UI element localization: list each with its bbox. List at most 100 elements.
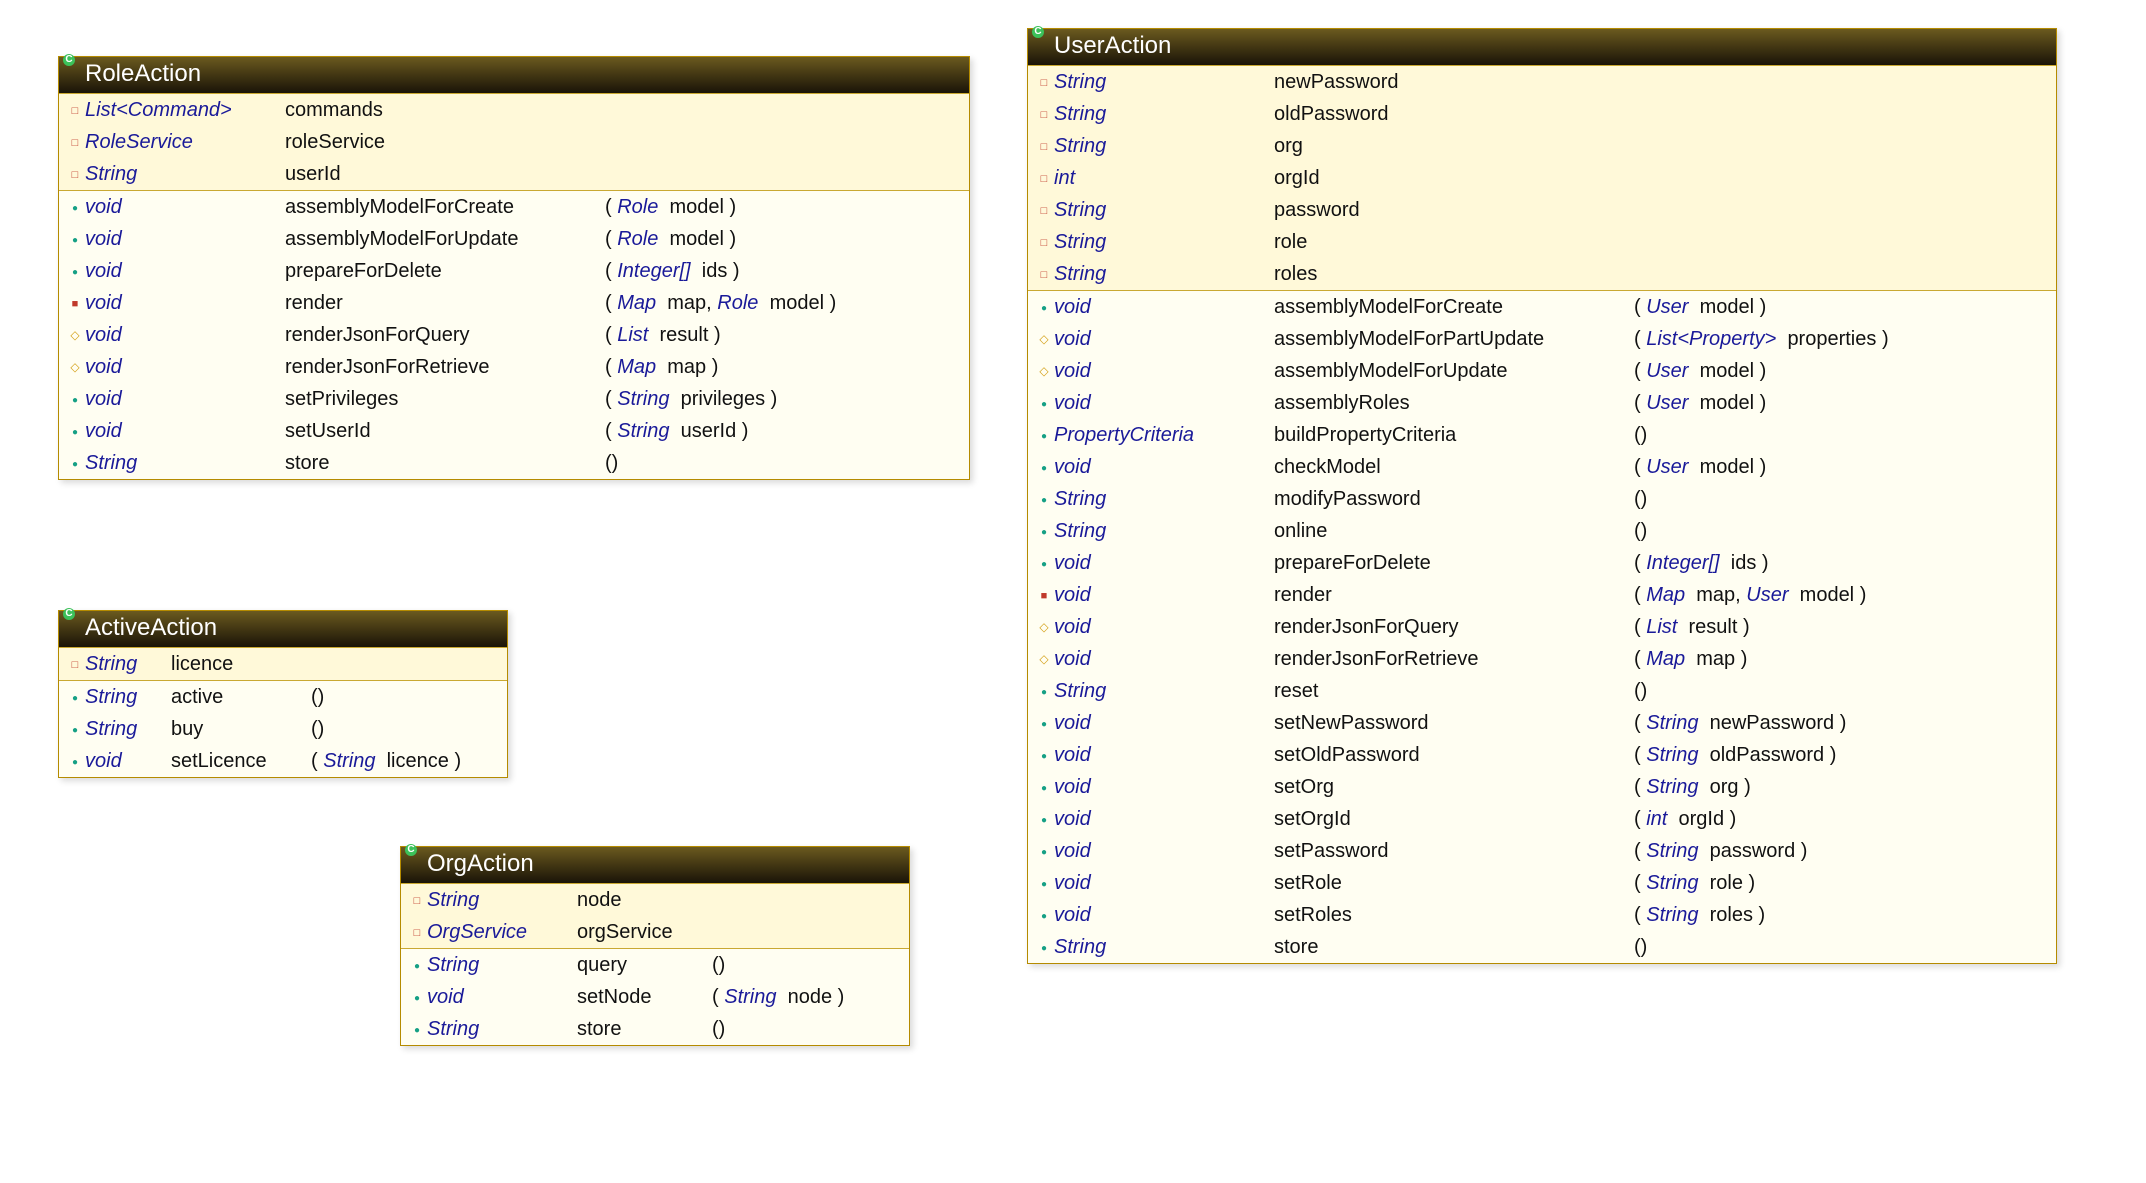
paren-close: ) bbox=[742, 420, 749, 442]
params: ( List<Property> properties ) bbox=[1634, 324, 1889, 354]
method-name: assemblyModelForCreate bbox=[1274, 296, 1503, 318]
paren-open: ( bbox=[1634, 456, 1641, 478]
visibility-icon bbox=[65, 236, 85, 246]
param-type: List<Property> bbox=[1646, 328, 1776, 350]
visibility-icon bbox=[65, 460, 85, 470]
method-name: renderJsonForQuery bbox=[1274, 616, 1459, 638]
method-name: online bbox=[1274, 520, 1327, 542]
visibility-icon bbox=[65, 758, 85, 768]
params: ( Role model ) bbox=[605, 192, 736, 222]
params: ( Map map, Role model ) bbox=[605, 288, 836, 318]
return-type: void bbox=[1054, 296, 1091, 318]
attr-type: String bbox=[1054, 199, 1106, 221]
attr-type: int bbox=[1054, 167, 1075, 189]
paren-close: ) bbox=[1759, 904, 1766, 926]
method-name: reset bbox=[1274, 680, 1318, 702]
method-name: assemblyModelForCreate bbox=[285, 196, 514, 218]
paren-close: ) bbox=[1741, 648, 1748, 670]
param-name: map bbox=[1696, 584, 1735, 606]
paren-open: ( bbox=[311, 750, 318, 772]
paren-open: ( bbox=[1634, 744, 1641, 766]
attribute-row: RoleServiceroleService bbox=[59, 126, 969, 158]
paren-open: ( bbox=[1634, 584, 1641, 606]
method-name: setOldPassword bbox=[1274, 744, 1420, 766]
params: ( Integer[] ids ) bbox=[1634, 548, 1769, 578]
param-name: model bbox=[1800, 584, 1854, 606]
param-type: String bbox=[724, 986, 776, 1008]
params: ( Map map ) bbox=[1634, 644, 1747, 674]
attribute-row: StringoldPassword bbox=[1028, 98, 2056, 130]
attr-type: String bbox=[1054, 135, 1106, 157]
paren-close: ) bbox=[1860, 584, 1867, 606]
paren-open: ( bbox=[712, 954, 719, 976]
paren-open: ( bbox=[1634, 328, 1641, 350]
method-row: voidrenderJsonForRetrieve( Map map ) bbox=[1028, 643, 2056, 675]
params: ( User model ) bbox=[1634, 356, 1766, 386]
attribute-row: intorgId bbox=[1028, 162, 2056, 194]
paren-open: ( bbox=[1634, 680, 1641, 702]
method-name: buy bbox=[171, 718, 203, 740]
paren-open: ( bbox=[1634, 776, 1641, 798]
method-name: render bbox=[285, 292, 343, 314]
return-type: void bbox=[1054, 552, 1091, 574]
param-type: Map bbox=[617, 356, 656, 378]
method-row: voidsetOldPassword( String oldPassword ) bbox=[1028, 739, 2056, 771]
visibility-icon bbox=[1034, 270, 1054, 281]
params: () bbox=[1634, 420, 1647, 450]
visibility-icon bbox=[1034, 304, 1054, 314]
param-type: User bbox=[1646, 456, 1688, 478]
param-name: model bbox=[1700, 392, 1754, 414]
method-row: voidsetPrivileges( String privileges ) bbox=[59, 383, 969, 415]
class-title: OrgAction bbox=[401, 847, 909, 883]
methods-section: void assemblyModelForCreate ( Role model )… bbox=[59, 190, 969, 479]
method-name: setNode bbox=[577, 986, 652, 1008]
visibility-icon bbox=[65, 268, 85, 278]
param-name: model bbox=[1700, 360, 1754, 382]
class-box-RoleAction: RoleActionList<Command>commandsRoleServi… bbox=[58, 56, 970, 480]
paren-open: ( bbox=[605, 260, 612, 282]
paren-close: ) bbox=[730, 228, 737, 250]
visibility-icon bbox=[1034, 110, 1054, 121]
method-row: voidassemblyModelForUpdate( User model ) bbox=[1028, 355, 2056, 387]
method-row: voidprepareForDelete( Integer[] ids ) bbox=[59, 255, 969, 287]
param-type: String bbox=[617, 388, 669, 410]
visibility-icon bbox=[1034, 333, 1054, 345]
method-row: Stringactive() bbox=[59, 681, 507, 713]
method-row: PropertyCriteriabuildPropertyCriteria() bbox=[1028, 419, 2056, 451]
attr-name: userId bbox=[285, 163, 341, 185]
attr-name: password bbox=[1274, 199, 1360, 221]
param-name: orgId bbox=[1678, 808, 1724, 830]
return-type: void bbox=[1054, 904, 1091, 926]
param-type: String bbox=[1646, 872, 1698, 894]
visibility-icon bbox=[65, 329, 85, 341]
params: ( String licence ) bbox=[311, 746, 461, 776]
visibility-icon bbox=[1034, 432, 1054, 442]
paren-close: ) bbox=[1641, 520, 1648, 542]
methods-section: Stringquery()voidsetNode( String node )S… bbox=[401, 948, 909, 1045]
return-type: void bbox=[85, 260, 122, 282]
return-type: void bbox=[85, 324, 122, 346]
attr-name: roles bbox=[1274, 263, 1317, 285]
method-name: setUserId bbox=[285, 420, 371, 442]
class-box-ActiveAction: ActiveActionStringlicenceStringactive()S… bbox=[58, 610, 508, 778]
paren-open: ( bbox=[1634, 488, 1641, 510]
class-title: RoleAction bbox=[59, 57, 969, 93]
params: ( User model ) bbox=[1634, 388, 1766, 418]
params: ( String role ) bbox=[1634, 868, 1755, 898]
attr-type: String bbox=[1054, 263, 1106, 285]
visibility-icon bbox=[1034, 784, 1054, 794]
params: ( Map map, User model ) bbox=[1634, 580, 1866, 610]
params: () bbox=[311, 714, 324, 744]
param-type: Role bbox=[617, 196, 658, 218]
paren-open: ( bbox=[311, 686, 318, 708]
visibility-icon bbox=[1034, 206, 1054, 217]
param-type: Integer[] bbox=[1646, 552, 1719, 574]
params: ( String newPassword ) bbox=[1634, 708, 1846, 738]
method-name: setRoles bbox=[1274, 904, 1352, 926]
paren-close: ) bbox=[771, 388, 778, 410]
method-row: Stringonline() bbox=[1028, 515, 2056, 547]
param-name: map bbox=[667, 356, 706, 378]
method-row: voidassemblyModelForPartUpdate( List<Pro… bbox=[1028, 323, 2056, 355]
visibility-icon bbox=[1034, 365, 1054, 377]
visibility-icon bbox=[1034, 560, 1054, 570]
